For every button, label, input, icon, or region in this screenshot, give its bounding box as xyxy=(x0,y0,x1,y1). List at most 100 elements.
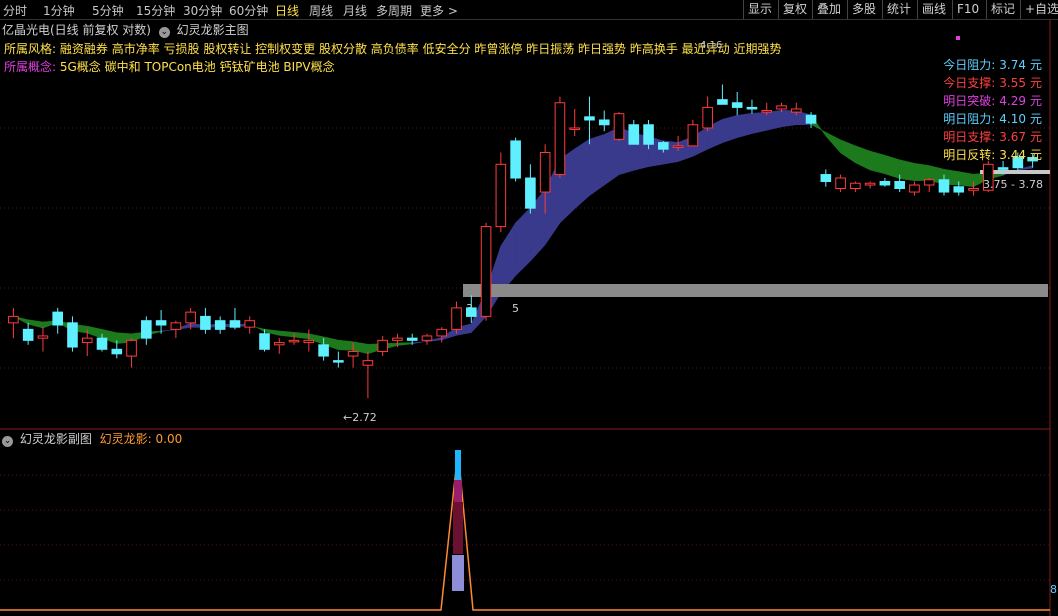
trend-ribbon-segment xyxy=(279,330,295,338)
trend-ribbon-segment xyxy=(781,109,797,128)
candle-body xyxy=(850,182,861,190)
candle-body xyxy=(909,184,920,193)
level-label: 今日支撑: xyxy=(943,76,996,90)
candle-body xyxy=(569,127,581,130)
sub-axis-label: 8 xyxy=(1050,583,1057,596)
candle-body xyxy=(776,105,787,110)
level-value: 3.55 xyxy=(999,76,1026,90)
top-price-label: 4.16 xyxy=(700,40,722,51)
candle-body xyxy=(465,307,477,317)
candle-body xyxy=(746,106,758,110)
candle-body xyxy=(421,335,433,341)
candle-body xyxy=(37,335,49,339)
candle-body xyxy=(67,322,78,348)
candle-body xyxy=(554,102,566,176)
candle-body xyxy=(111,348,123,355)
sub-bar-cyan xyxy=(455,450,461,480)
trend-ribbon-segment xyxy=(515,207,531,277)
range-label: 3.75 - 3.78 xyxy=(983,178,1043,191)
candle-body xyxy=(362,360,374,366)
candle-body xyxy=(628,124,640,145)
candle-body xyxy=(672,145,684,148)
candle-body xyxy=(584,116,595,121)
gray-zone-band xyxy=(463,284,1048,297)
level-unit: 元 xyxy=(1029,112,1042,126)
level-row: 今日阻力: 3.74 元 xyxy=(943,56,1042,73)
candle-body xyxy=(377,339,388,353)
candle-body xyxy=(480,226,492,317)
trend-ribbon-segment xyxy=(855,145,871,171)
trend-ribbon-segment xyxy=(86,325,103,339)
low-price-label: ←2.72 xyxy=(343,411,377,424)
trend-ribbon-segment xyxy=(411,340,428,345)
candle-body xyxy=(81,337,93,344)
candle-body xyxy=(229,320,241,328)
level-value: 3.67 xyxy=(999,130,1026,144)
candle-body xyxy=(141,320,152,339)
candle-body xyxy=(613,113,625,140)
trend-ribbon-segment xyxy=(884,154,900,179)
level-label: 明日反转: xyxy=(943,148,996,162)
gray-zone-label-right: 5 xyxy=(512,302,519,315)
candle-body xyxy=(525,177,536,209)
candle-body xyxy=(214,320,226,330)
candle-body xyxy=(835,177,846,190)
trend-ribbon-segment xyxy=(766,109,782,131)
candle-body xyxy=(790,108,802,113)
candle-body xyxy=(702,106,713,129)
sub-bar-maroon xyxy=(453,502,463,554)
candle-body xyxy=(436,328,448,337)
trend-ribbon-segment xyxy=(500,221,516,294)
candle-body xyxy=(52,311,64,326)
candle-body xyxy=(288,339,300,343)
candle-body xyxy=(318,344,329,357)
level-unit: 元 xyxy=(1029,58,1042,72)
trend-ribbon-segment xyxy=(869,150,886,175)
candle-body xyxy=(303,339,315,344)
sub-series-line xyxy=(0,449,1050,611)
candle-body xyxy=(598,119,610,126)
candle-body xyxy=(392,337,403,341)
sub-indicator-title[interactable]: 幻灵龙影副图 xyxy=(20,432,92,446)
trend-ribbon-segment xyxy=(914,162,930,181)
candle-body xyxy=(968,188,979,191)
trend-ribbon-segment xyxy=(736,112,753,139)
level-value: 4.10 xyxy=(999,112,1026,126)
candle-body xyxy=(997,167,1009,170)
sub-bar-lavender xyxy=(452,555,464,591)
trend-ribbon-segment xyxy=(825,131,841,154)
chart-canvas[interactable]: 3.5←2.723.75 - 3.784.168 xyxy=(0,0,1058,616)
level-row: 明日反转: 3.44 元 xyxy=(943,146,1042,163)
candle-body xyxy=(126,339,137,357)
trend-ribbon-segment xyxy=(574,138,590,210)
candle-body xyxy=(273,342,285,346)
level-row: 明日阻力: 4.10 元 xyxy=(943,110,1042,127)
candle-body xyxy=(451,307,462,330)
candle-body xyxy=(8,315,19,324)
candle-body xyxy=(244,320,256,328)
level-label: 明日突破: xyxy=(943,94,996,108)
level-label: 明日阻力: xyxy=(943,112,996,126)
level-row: 明日突破: 4.29 元 xyxy=(943,92,1042,109)
level-value: 3.74 xyxy=(999,58,1026,72)
candle-body xyxy=(170,322,182,330)
trend-ribbon-segment xyxy=(751,112,767,134)
level-row: 明日支撑: 3.67 元 xyxy=(943,128,1042,145)
trend-ribbon-segment xyxy=(293,331,310,340)
candle-body xyxy=(938,179,950,193)
level-value: 3.44 xyxy=(999,148,1026,162)
chevron-down-icon[interactable]: ⌄ xyxy=(2,436,13,447)
level-row: 今日支撑: 3.55 元 xyxy=(943,74,1042,91)
trend-ribbon-segment xyxy=(338,339,354,351)
trend-ribbon-segment xyxy=(958,171,974,188)
candle-body xyxy=(864,182,876,186)
candle-body xyxy=(953,186,965,193)
candle-body xyxy=(406,337,418,341)
candle-body xyxy=(200,315,211,330)
level-value: 4.29 xyxy=(999,94,1026,108)
candle-body xyxy=(731,102,743,108)
sub-series-value: 幻灵龙影: 0.00 xyxy=(99,432,183,446)
candle-body xyxy=(805,114,817,124)
candle-body xyxy=(717,99,728,105)
candle-body xyxy=(495,163,507,228)
